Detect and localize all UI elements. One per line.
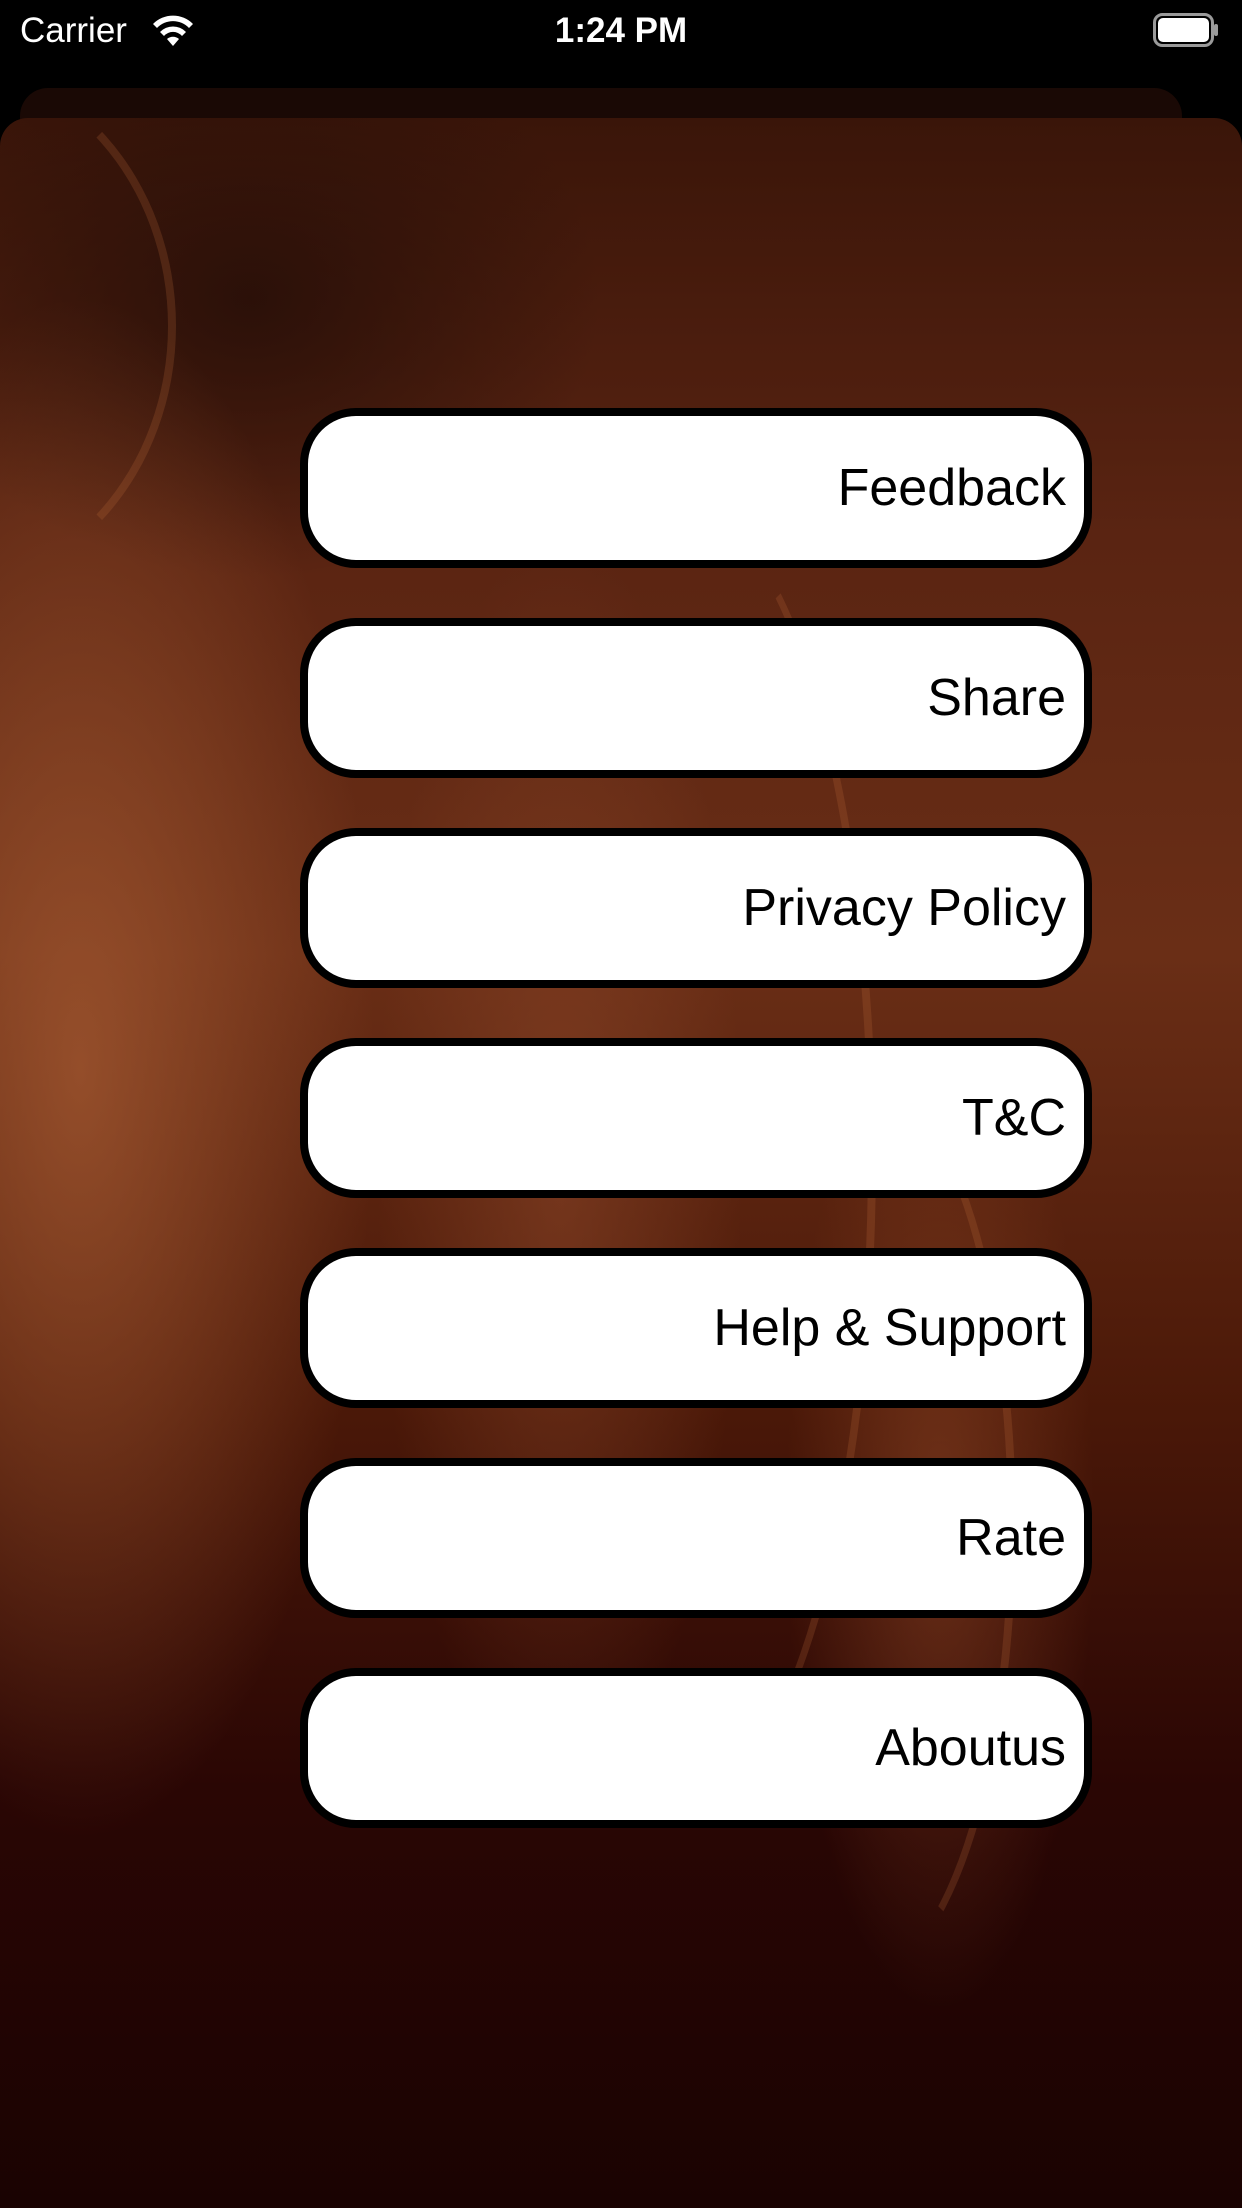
status-bar: Carrier 1:24 PM <box>0 0 1242 62</box>
battery-icon <box>1153 13 1219 47</box>
feedback-button[interactable]: Feedback <box>300 408 1092 568</box>
about-us-button[interactable]: Aboutus <box>300 1668 1092 1828</box>
terms-button[interactable]: T&C <box>300 1038 1092 1198</box>
flame-decoration <box>0 118 176 594</box>
background-view: Feedback Share Privacy Policy T&C Help &… <box>0 118 1242 2208</box>
rate-button[interactable]: Rate <box>300 1458 1092 1618</box>
help-support-button[interactable]: Help & Support <box>300 1248 1092 1408</box>
privacy-policy-button[interactable]: Privacy Policy <box>300 828 1092 988</box>
share-button[interactable]: Share <box>300 618 1092 778</box>
status-time: 1:24 PM <box>554 11 688 50</box>
menu-list: Feedback Share Privacy Policy T&C Help &… <box>300 408 1092 1878</box>
